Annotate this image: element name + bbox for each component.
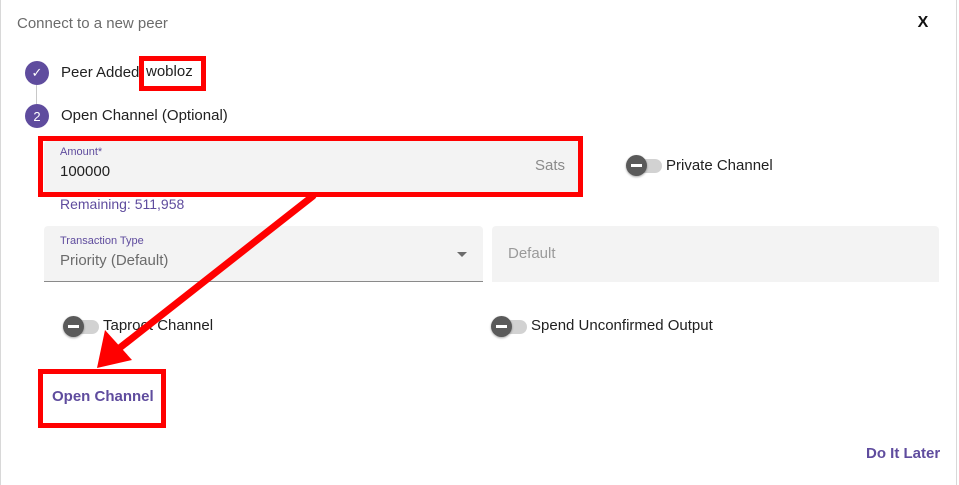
dialog-title: Connect to a new peer bbox=[17, 15, 168, 32]
step-completed-check-icon: ✓ bbox=[25, 61, 49, 85]
private-channel-label: Private Channel bbox=[666, 157, 773, 174]
step-number-badge: 2 bbox=[25, 104, 49, 128]
spend-unconfirmed-toggle[interactable] bbox=[491, 316, 529, 338]
remaining-balance-hint: Remaining: 511,958 bbox=[60, 196, 185, 212]
toggle-off-icon bbox=[63, 316, 84, 337]
toggle-off-icon bbox=[491, 316, 512, 337]
open-channel-button[interactable]: Open Channel bbox=[52, 388, 154, 405]
do-it-later-button[interactable]: Do It Later bbox=[866, 445, 940, 462]
toggle-off-icon bbox=[626, 155, 647, 176]
amount-input[interactable]: 100000 bbox=[60, 163, 110, 180]
step-open-channel-label[interactable]: Open Channel (Optional) bbox=[61, 107, 228, 124]
fee-rate-placeholder: Default bbox=[508, 245, 556, 262]
peer-alias: wobloz bbox=[146, 63, 193, 80]
amount-field-label: Amount* bbox=[60, 146, 103, 158]
amount-unit-suffix: Sats bbox=[535, 157, 566, 174]
connect-peer-dialog: Connect to a new peer X ✓ Peer Added: wo… bbox=[0, 0, 957, 485]
private-channel-toggle[interactable] bbox=[626, 155, 664, 177]
fee-rate-input[interactable]: Default bbox=[492, 226, 939, 282]
taproot-channel-toggle[interactable] bbox=[63, 316, 101, 338]
annotation-arrow-head bbox=[97, 330, 132, 368]
close-button[interactable]: X bbox=[915, 14, 931, 34]
transaction-type-value: Priority (Default) bbox=[60, 252, 169, 269]
chevron-down-icon[interactable] bbox=[457, 252, 467, 257]
step-peer-added-label: Peer Added: bbox=[61, 64, 144, 81]
taproot-channel-label: Taproot Channel bbox=[103, 317, 214, 334]
spend-unconfirmed-label: Spend Unconfirmed Output bbox=[531, 317, 713, 334]
transaction-type-label: Transaction Type bbox=[60, 235, 144, 247]
stepper-connector bbox=[36, 85, 37, 104]
transaction-type-select[interactable]: Transaction Type Priority (Default) bbox=[44, 226, 483, 282]
amount-field[interactable]: Amount* 100000 Sats bbox=[44, 141, 580, 193]
